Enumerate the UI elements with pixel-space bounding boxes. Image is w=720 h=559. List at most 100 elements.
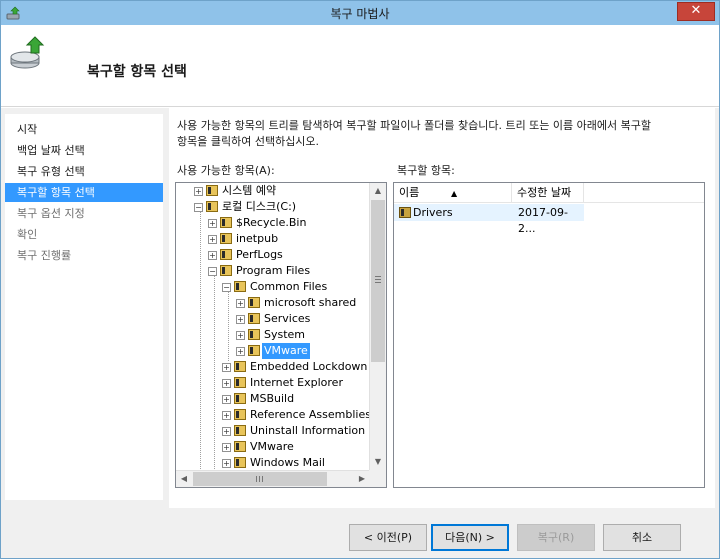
expand-toggle-icon[interactable]: + xyxy=(236,347,245,356)
grip-icon xyxy=(375,276,381,283)
restore-button: 복구(R) xyxy=(517,524,595,551)
tree-item-label: MSBuild xyxy=(250,392,295,405)
tree-item-label: VMware xyxy=(250,440,294,453)
folder-icon xyxy=(248,345,260,356)
expand-toggle-icon[interactable]: + xyxy=(236,299,245,308)
tree-guide-line xyxy=(200,209,201,481)
wizard-body: 시작 백업 날짜 선택 복구 유형 선택 복구할 항목 선택 복구 옵션 지정 … xyxy=(1,108,719,558)
expand-toggle-icon[interactable]: + xyxy=(222,459,231,468)
folder-icon xyxy=(220,265,232,276)
expand-toggle-icon[interactable]: + xyxy=(222,395,231,404)
collapse-toggle-icon[interactable]: − xyxy=(222,283,231,292)
tree-item-label: 시스템 예약 xyxy=(222,184,277,197)
expand-toggle-icon[interactable]: + xyxy=(236,331,245,340)
content-panel: 사용 가능한 항목의 트리를 탐색하여 복구할 파일이나 폴더를 찾습니다. 트… xyxy=(169,108,715,508)
tree-vertical-scrollbar[interactable]: ▲ ▼ xyxy=(369,183,386,470)
tree-item-label: Program Files xyxy=(236,264,311,277)
folder-icon xyxy=(234,425,246,436)
folder-icon xyxy=(248,297,260,308)
column-header-modified-date[interactable]: 수정한 날짜 xyxy=(512,183,584,203)
expand-toggle-icon[interactable]: + xyxy=(208,219,217,228)
window-title: 복구 마법사 xyxy=(330,7,390,21)
folder-icon xyxy=(234,377,246,388)
instructions-line-1: 사용 가능한 항목의 트리를 탐색하여 복구할 파일이나 폴더를 찾습니다. 트… xyxy=(177,119,651,132)
folder-icon xyxy=(234,393,246,404)
instructions-line-2: 항목을 클릭하여 선택하십시오. xyxy=(177,135,320,148)
tree-item-label: Services xyxy=(264,312,311,325)
folder-icon xyxy=(234,457,246,468)
scroll-right-arrow-icon[interactable]: ▶ xyxy=(354,471,370,487)
nav-step-backup-date[interactable]: 백업 날짜 선택 xyxy=(5,141,163,160)
tree-item-label: System xyxy=(264,328,306,341)
vertical-scroll-thumb[interactable] xyxy=(371,200,385,362)
column-header-name[interactable]: 이름 ▲ xyxy=(394,183,512,203)
tree-item-label: Reference Assemblies xyxy=(250,408,371,421)
tree-item-label: Internet Explorer xyxy=(250,376,343,389)
tree-item-label: microsoft shared xyxy=(264,296,357,309)
collapse-toggle-icon[interactable]: − xyxy=(208,267,217,276)
folder-icon xyxy=(399,207,411,218)
next-button[interactable]: 다음(N) > xyxy=(431,524,509,551)
column-header-label: 이름 xyxy=(399,186,420,199)
tree-item-label: inetpub xyxy=(236,232,279,245)
folder-icon xyxy=(248,313,260,324)
expand-toggle-icon[interactable]: + xyxy=(222,443,231,452)
wizard-header: 복구할 항목 선택 xyxy=(1,25,719,107)
scroll-up-arrow-icon[interactable]: ▲ xyxy=(370,183,386,199)
grip-icon xyxy=(256,476,263,482)
list-header: 이름 ▲ 수정한 날짜 xyxy=(394,183,704,203)
nav-step-confirm: 확인 xyxy=(17,228,38,241)
restore-items-list[interactable]: 이름 ▲ 수정한 날짜 Drivers 2017-09-2... xyxy=(393,182,705,488)
tree-item-label: Embedded Lockdown M xyxy=(250,360,381,373)
folder-icon xyxy=(234,441,246,452)
folder-icon xyxy=(234,361,246,372)
column-header-label: 수정한 날짜 xyxy=(517,186,572,199)
folder-icon xyxy=(234,409,246,420)
folder-icon xyxy=(206,185,218,196)
available-items-tree[interactable]: + 시스템 예약 − 로컬 디스크(C:) + $Recycle.Bin + i… xyxy=(175,182,387,488)
collapse-toggle-icon[interactable]: − xyxy=(194,203,203,212)
expand-toggle-icon[interactable]: + xyxy=(222,363,231,372)
nav-step-start[interactable]: 시작 xyxy=(5,120,163,139)
list-item-name: Drivers xyxy=(413,206,453,219)
tree-item-label: Common Files xyxy=(250,280,328,293)
restore-drive-icon xyxy=(10,36,45,69)
expand-toggle-icon[interactable]: + xyxy=(208,235,217,244)
scroll-left-arrow-icon[interactable]: ◀ xyxy=(176,471,192,487)
expand-toggle-icon[interactable]: + xyxy=(222,427,231,436)
expand-toggle-icon[interactable]: + xyxy=(222,379,231,388)
available-items-label: 사용 가능한 항목(A): xyxy=(177,164,275,177)
expand-toggle-icon[interactable]: + xyxy=(236,315,245,324)
tree-item-label: Windows Mail xyxy=(250,456,325,469)
list-item-drivers[interactable]: Drivers 2017-09-2... xyxy=(394,204,584,235)
expand-toggle-icon[interactable]: + xyxy=(208,251,217,260)
tree-item-label: Uninstall Information xyxy=(250,424,366,437)
tree-guide-line xyxy=(214,273,215,481)
restore-wizard-window: 복구 마법사 ✕ 복구할 항목 선택 시작 백업 날짜 선택 복구 유형 선택 … xyxy=(0,0,720,559)
folder-icon xyxy=(220,233,232,244)
nav-step-restore-type[interactable]: 복구 유형 선택 xyxy=(5,162,163,181)
scroll-down-arrow-icon[interactable]: ▼ xyxy=(370,454,386,470)
tree-item-label: 로컬 디스크(C:) xyxy=(222,200,297,213)
tree-horizontal-scrollbar[interactable]: ◀ ▶ xyxy=(176,470,370,487)
nav-step-select-items[interactable]: 복구할 항목 선택 xyxy=(5,183,163,202)
folder-icon xyxy=(248,329,260,340)
folder-icon xyxy=(234,281,246,292)
previous-button[interactable]: < 이전(P) xyxy=(349,524,427,551)
folder-icon xyxy=(220,249,232,260)
tree-item-label: VMware xyxy=(262,343,310,359)
close-button[interactable]: ✕ xyxy=(677,2,715,21)
expand-toggle-icon[interactable]: + xyxy=(222,411,231,420)
page-title: 복구할 항목 선택 xyxy=(87,64,187,80)
cancel-button[interactable]: 취소 xyxy=(603,524,681,551)
tree-item-label: PerfLogs xyxy=(236,248,283,261)
horizontal-scroll-thumb[interactable] xyxy=(193,472,327,486)
expand-toggle-icon[interactable]: + xyxy=(194,187,203,196)
instructions-text: 사용 가능한 항목의 트리를 탐색하여 복구할 파일이나 폴더를 찾습니다. 트… xyxy=(177,118,707,150)
sort-ascending-icon: ▲ xyxy=(451,189,458,198)
nav-step-restore-options: 복구 옵션 지정 xyxy=(17,207,85,220)
scrollbar-corner xyxy=(369,470,386,487)
title-bar: 복구 마법사 ✕ xyxy=(1,1,719,25)
tree-guide-line xyxy=(228,289,229,361)
drive-icon xyxy=(206,201,218,212)
